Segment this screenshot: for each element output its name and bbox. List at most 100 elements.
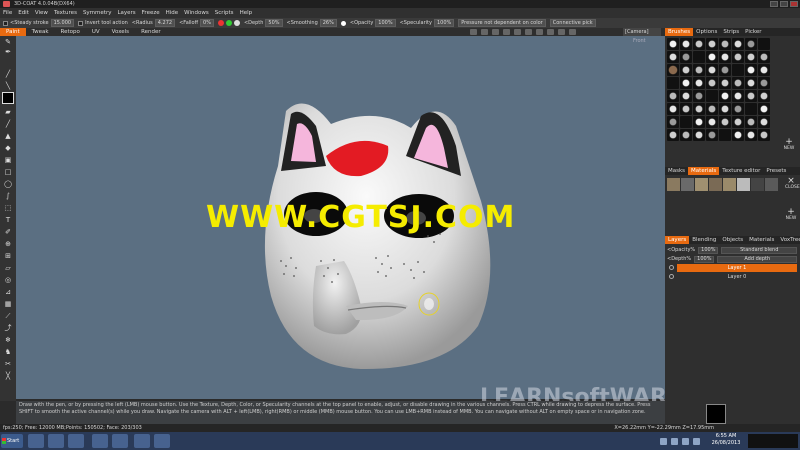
move-view-icon[interactable] [470,29,477,35]
brush-thumbnail[interactable] [693,77,705,89]
menu-freeze[interactable]: Freeze [142,10,160,16]
brush-thumbnail[interactable] [680,51,692,63]
tab-brushes[interactable]: Brushes [665,28,694,36]
close-materials-button[interactable]: × CLOSE [785,177,800,191]
tab-uv[interactable]: UV [86,28,106,36]
path-tool-icon[interactable]: ⤴ [3,324,13,332]
depth-channel-off-icon[interactable] [217,20,224,26]
brush-thumbnail[interactable] [732,51,744,63]
minimize-button[interactable] [770,1,778,7]
brush-thumbnail[interactable] [719,64,731,76]
brush-thumbnail[interactable] [693,38,705,50]
brush-thumbnail[interactable] [667,51,679,63]
brush-thumbnail[interactable] [667,116,679,128]
clock[interactable]: 6:55 AM 26/08/2013 [706,433,746,447]
taskbar-app-icon[interactable] [48,434,64,448]
dropper-tool-icon[interactable]: ✐ [3,228,13,236]
menu-help[interactable]: Help [240,10,253,16]
tab-voxtree[interactable]: VoxTree [777,236,800,244]
new-material-button[interactable]: + NEW [785,208,797,222]
menu-windows[interactable]: Windows [184,10,209,16]
taskbar-app-icon[interactable] [134,434,150,448]
brush-thumbnail[interactable] [719,51,731,63]
tab-options[interactable]: Options [693,28,720,36]
material-swatch[interactable] [737,178,750,191]
brush-thumbnail[interactable] [758,129,770,141]
close-window-button[interactable] [790,1,798,7]
smear-tool-icon[interactable]: ╳ [3,372,13,380]
display-settings-icon[interactable] [569,29,576,35]
depth-mode-dropdown[interactable]: Add depth [717,255,797,263]
brush-thumbnail[interactable] [732,103,744,115]
dog-tool-icon[interactable]: ♞ [3,348,13,356]
taskbar-app-icon[interactable] [154,434,170,448]
tab-picker[interactable]: Picker [742,28,764,36]
brush-thumbnail[interactable] [680,64,692,76]
menu-layers[interactable]: Layers [117,10,135,16]
brush-thumbnail[interactable] [745,51,757,63]
brush-thumbnail[interactable] [745,77,757,89]
projection-icon[interactable] [514,29,521,35]
tab-blending[interactable]: Blending [689,236,719,244]
tab-render[interactable]: Render [135,28,167,36]
brush-thumbnail[interactable] [693,103,705,115]
brush-thumbnail[interactable] [758,64,770,76]
brush-thumbnail[interactable] [667,90,679,102]
brush-thumbnail[interactable] [693,51,705,63]
material-swatch[interactable] [709,178,722,191]
zoom-view-icon[interactable] [492,29,499,35]
brush-thumbnail[interactable] [719,116,731,128]
tab-materials[interactable]: Materials [688,167,720,175]
eraser-tool-icon[interactable]: ▱ [3,264,13,272]
brush-thumbnail[interactable] [706,64,718,76]
tab-retopo[interactable]: Retopo [55,28,86,36]
brush-thumbnail[interactable] [667,77,679,89]
measure-tool-icon[interactable]: ⊿ [3,288,13,296]
tab-objects[interactable]: Objects [719,236,746,244]
pen-tool-icon[interactable]: ✒ [3,48,13,56]
taskbar-app-icon[interactable] [28,434,44,448]
brush-thumbnail[interactable] [693,90,705,102]
brush-thumbnail[interactable] [745,64,757,76]
brush-thumbnail[interactable] [732,64,744,76]
brush-thumbnail[interactable] [719,38,731,50]
brush-thumbnail[interactable] [680,77,692,89]
smoothing-field[interactable]: <Smoothing 26% [287,19,337,27]
tab-masks[interactable]: Masks [665,167,688,175]
tab-layer-materials[interactable]: Materials [746,236,777,244]
taskbar-app-icon[interactable] [112,434,128,448]
tray-icon[interactable] [671,437,678,445]
rectangle-tool-icon[interactable]: □ [3,168,13,176]
visibility-eye-icon[interactable] [669,265,674,270]
brush-thumbnail[interactable] [758,38,770,50]
layer-opacity-field[interactable]: 100% [698,246,719,254]
invert-checkbox[interactable] [78,20,84,26]
brush-thumbnail[interactable] [758,116,770,128]
render-mode-icon[interactable] [536,29,543,35]
ruler-tool-icon[interactable]: ⊞ [3,252,13,260]
tab-voxels[interactable]: Voxels [106,28,135,36]
smudge-tool-icon[interactable]: ╲ [3,82,13,90]
brush-thumbnail[interactable] [680,38,692,50]
steady-stroke-checkbox[interactable] [3,20,8,26]
brush-thumbnail[interactable] [719,103,731,115]
new-brush-button[interactable]: + NEW [783,138,795,152]
tab-strips[interactable]: Strips [720,28,742,36]
brush-thumbnail[interactable] [706,38,718,50]
tab-presets[interactable]: Presets [763,167,789,175]
bucket-tool-icon[interactable]: ▦ [3,300,13,308]
brush-thumbnail[interactable] [680,90,692,102]
menu-textures[interactable]: Textures [54,10,77,16]
brush-thumbnail[interactable] [667,64,679,76]
brush-thumbnail[interactable] [667,103,679,115]
invert-tool-action-option[interactable]: Invert tool action [78,20,128,26]
brush-thumbnail[interactable] [732,90,744,102]
fit-view-icon[interactable] [503,29,510,35]
tab-texture-editor[interactable]: Texture editor [719,167,763,175]
taskbar-app-icon[interactable] [68,434,84,448]
airbrush-tool-icon[interactable]: ╱ [3,70,13,78]
brush-thumbnail[interactable] [732,116,744,128]
clone-tool-icon[interactable]: ◆ [3,144,13,152]
brush-thumbnail[interactable] [745,129,757,141]
depth-field[interactable]: <Depth 50% [244,19,283,27]
